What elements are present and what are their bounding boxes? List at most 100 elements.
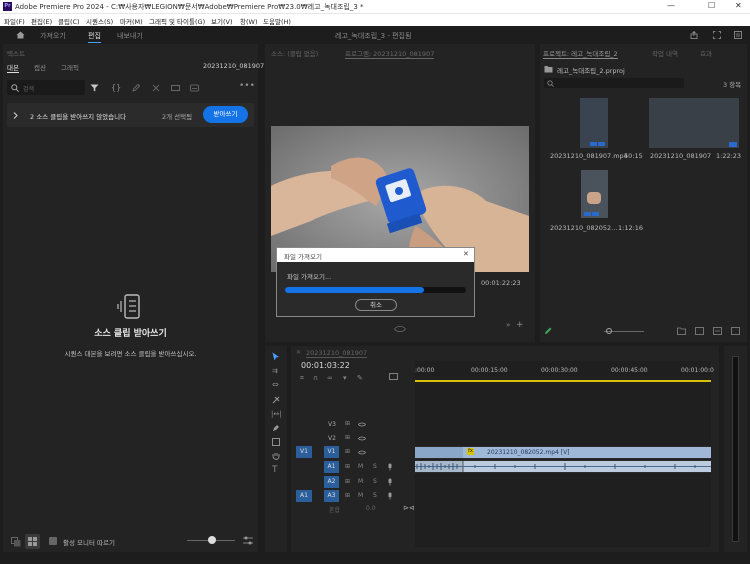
work-area-bar[interactable] (415, 380, 711, 382)
add-button-icon[interactable]: + (516, 321, 524, 330)
track-a3-target[interactable]: A3 (324, 490, 339, 502)
chevron-right-icon[interactable] (13, 112, 18, 119)
menu-clip[interactable]: 클립(C) (58, 16, 80, 26)
track-a1-target[interactable]: A1 (324, 461, 339, 473)
menu-view[interactable]: 보기(V) (211, 16, 232, 26)
clip-v1-a[interactable] (415, 447, 463, 458)
pen-tool-icon[interactable] (272, 424, 280, 432)
caption-icon[interactable] (190, 84, 199, 92)
tab-graphics[interactable]: 그래픽 (61, 62, 79, 72)
menu-graphics[interactable]: 그래픽 및 타이틀(G) (149, 16, 205, 26)
sync-lock-icon[interactable]: ⊞ (345, 463, 350, 470)
clip-v1-b[interactable]: fx 20231210_082052.mp4 [V] (463, 447, 711, 458)
mute-button[interactable]: M (358, 492, 363, 499)
cancel-button[interactable]: 취소 (355, 299, 397, 311)
timeline-timecode[interactable]: 00:01:03:22 (301, 361, 350, 370)
thumbnail-size-thumb[interactable] (606, 328, 612, 334)
close-button[interactable]: ✕ (735, 1, 742, 10)
source-patch-v1[interactable]: V1 (296, 446, 312, 458)
close-sequence-icon[interactable]: ✕ (296, 349, 301, 357)
track-v1-target[interactable]: V1 (324, 446, 339, 458)
clear-icon[interactable] (731, 327, 740, 335)
sync-lock-icon[interactable]: ⊞ (345, 434, 350, 441)
eye-icon[interactable] (358, 436, 366, 441)
rectangle-tool-icon[interactable] (272, 438, 280, 446)
sync-lock-icon[interactable]: ⊞ (345, 492, 350, 499)
new-item-icon[interactable] (695, 327, 704, 335)
sync-lock-icon[interactable]: ⊞ (345, 478, 350, 485)
merge-icon[interactable] (171, 84, 180, 92)
new-bin-icon[interactable] (677, 327, 686, 335)
find-icon[interactable] (713, 327, 722, 335)
menu-file[interactable]: 파일(F) (4, 16, 25, 26)
tab-sequence[interactable]: 20231210_081907 (306, 349, 368, 358)
microphone-icon[interactable] (387, 492, 393, 500)
time-ruler[interactable]: :00:00 00:00:15:00 00:00:30:00 00:00:45:… (415, 361, 714, 383)
sync-lock-icon[interactable]: ⊞ (345, 448, 350, 455)
text-style-icon[interactable]: {} (111, 84, 121, 92)
sync-lock-icon[interactable]: ⊞ (345, 420, 350, 427)
solo-button[interactable]: S (373, 463, 377, 470)
master-volume-value[interactable]: 0.0 (366, 505, 376, 512)
zoom-slider-thumb[interactable] (208, 536, 216, 544)
tab-program-monitor[interactable]: 프로그램: 20231210_081907 (345, 48, 435, 59)
dialog-close-icon[interactable]: ✕ (463, 250, 469, 258)
tab-export[interactable]: 내보내기 (117, 31, 143, 41)
captions-toggle-icon[interactable] (389, 373, 398, 380)
solo-button[interactable]: S (373, 492, 377, 499)
menu-edit[interactable]: 편집(E) (31, 16, 52, 26)
audio-waveform[interactable] (415, 461, 711, 472)
transcribe-button[interactable]: 받아쓰기 (203, 106, 248, 123)
nest-icon[interactable]: ⌗ (300, 374, 304, 382)
tab-captions[interactable]: 캡션 (34, 62, 46, 72)
more-menu-icon[interactable]: ••• (239, 82, 255, 91)
tab-source-monitor[interactable]: 소스: (클립 없음) (271, 48, 318, 58)
ripple-edit-tool-icon[interactable]: ⇔ (272, 381, 279, 389)
settings-sliders-icon[interactable] (243, 536, 253, 545)
button-editor-icon[interactable]: » (506, 321, 510, 329)
hand-tool-icon[interactable] (272, 452, 280, 461)
filter-icon[interactable] (90, 84, 99, 92)
pencil-icon[interactable] (132, 84, 140, 92)
add-marker-icon[interactable]: ▾ (343, 374, 347, 382)
search-input[interactable]: 검색 (7, 80, 85, 95)
list-view-icon[interactable] (11, 537, 21, 547)
wrench-icon[interactable]: ✎ (357, 374, 363, 382)
solo-button[interactable]: S (373, 478, 377, 485)
tab-project[interactable]: 프로젝트: 레고_녹대조립_2 (543, 48, 618, 59)
grid-view-button[interactable] (25, 534, 40, 549)
maximize-button[interactable]: ☐ (708, 1, 715, 10)
fullscreen-icon[interactable] (713, 31, 721, 39)
pencil-icon[interactable] (544, 327, 552, 335)
type-tool-icon[interactable]: T (272, 466, 278, 475)
project-search-input[interactable] (544, 78, 684, 88)
quick-export-icon[interactable] (690, 31, 698, 39)
tab-history[interactable]: 작업 내역 (652, 48, 678, 58)
microphone-icon[interactable] (387, 463, 393, 471)
slip-tool-icon[interactable]: |↔| (271, 410, 282, 418)
menu-sequence[interactable]: 시퀀스(S) (86, 16, 113, 26)
menu-window[interactable]: 창(W) (240, 16, 257, 26)
comparison-view-icon[interactable] (394, 325, 406, 333)
linked-selection-icon[interactable]: ∞ (327, 374, 333, 382)
tab-transcript[interactable]: 대본 (7, 62, 19, 73)
thumbnail-3[interactable] (581, 170, 608, 218)
eye-icon[interactable] (358, 450, 366, 455)
snap-icon[interactable]: ∩ (313, 374, 318, 382)
thumbnail-2[interactable] (649, 98, 739, 148)
split-icon[interactable] (152, 84, 160, 92)
tab-effects[interactable]: 효과 (700, 48, 712, 58)
follow-monitor-checkbox[interactable] (49, 537, 57, 545)
razor-tool-icon[interactable] (272, 396, 280, 404)
tab-edit[interactable]: 편집 (88, 31, 101, 43)
microphone-icon[interactable] (387, 478, 393, 486)
source-patch-a1[interactable]: A1 (296, 490, 312, 502)
workspace-menu-icon[interactable] (734, 31, 742, 39)
tab-import[interactable]: 가져오기 (40, 31, 66, 41)
menu-help[interactable]: 도움말(H) (263, 16, 291, 26)
mute-button[interactable]: M (358, 478, 363, 485)
track-select-tool-icon[interactable]: ⇉ (272, 367, 278, 375)
menu-marker[interactable]: 마커(M) (120, 16, 143, 26)
home-icon[interactable] (16, 31, 25, 39)
eye-icon[interactable] (358, 422, 366, 427)
